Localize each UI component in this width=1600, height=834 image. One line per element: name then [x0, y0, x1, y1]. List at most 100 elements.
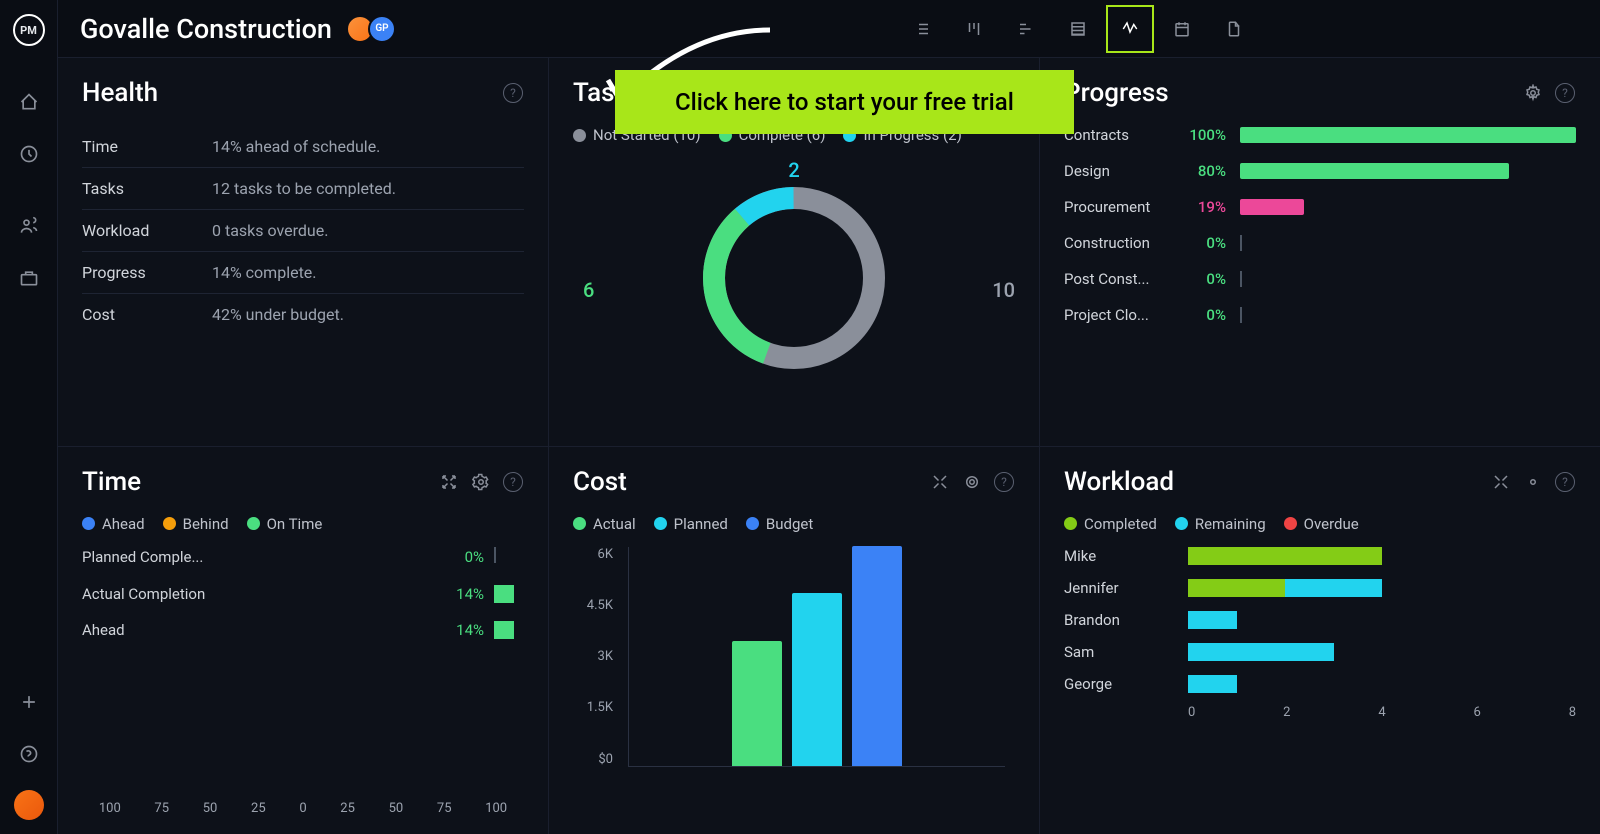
legend-label: Remaining: [1195, 515, 1266, 533]
legend-item[interactable]: Overdue: [1284, 515, 1359, 533]
legend-dot: [746, 517, 759, 530]
progress-bar: [1240, 271, 1576, 287]
time-label: Ahead: [82, 621, 424, 639]
workload-name: George: [1064, 675, 1174, 693]
nav-help-icon[interactable]: [11, 736, 47, 772]
health-value: 14% ahead of schedule.: [212, 137, 380, 156]
cost-bar: [792, 593, 842, 765]
health-row: Progress14% complete.: [82, 252, 524, 294]
axis-tick: 75: [154, 801, 169, 816]
workload-segment: [1285, 579, 1382, 597]
legend-dot: [573, 129, 586, 142]
health-label: Progress: [82, 263, 212, 282]
member-avatar[interactable]: GP: [368, 15, 396, 43]
legend-dot: [82, 517, 95, 530]
nav-recent-icon[interactable]: [11, 136, 47, 172]
progress-pct: 80%: [1178, 162, 1226, 180]
workload-row: Sam: [1064, 643, 1576, 661]
legend-label: Behind: [183, 515, 229, 533]
legend-item[interactable]: Remaining: [1175, 515, 1266, 533]
workload-name: Mike: [1064, 547, 1174, 565]
legend-dot: [1284, 517, 1297, 530]
health-label: Cost: [82, 305, 212, 324]
health-row: Tasks12 tasks to be completed.: [82, 168, 524, 210]
health-row: Cost42% under budget.: [82, 294, 524, 335]
axis-tick: 6K: [573, 547, 613, 562]
progress-pct: 0%: [1178, 306, 1226, 324]
gear-icon[interactable]: [1522, 82, 1544, 104]
legend-dot: [163, 517, 176, 530]
axis-tick: 50: [203, 801, 218, 816]
panel-title: Progress: [1064, 78, 1169, 108]
health-value: 0 tasks overdue.: [212, 221, 328, 240]
workload-bar: [1188, 547, 1576, 565]
tasks-donut-chart: [674, 158, 914, 378]
panel-cost: Cost ? ActualPlannedBudget 6K4.5K3K1.5K$…: [549, 447, 1039, 834]
help-icon[interactable]: ?: [502, 82, 524, 104]
view-dashboard-icon[interactable]: [1106, 5, 1154, 53]
time-row: Planned Comple... 0%: [82, 547, 524, 567]
legend-item[interactable]: Behind: [163, 515, 229, 533]
time-value: 14%: [434, 585, 484, 603]
legend-item[interactable]: On Time: [247, 515, 323, 533]
panel-title: Cost: [573, 467, 627, 497]
expand-icon[interactable]: [1490, 471, 1512, 493]
nav-team-icon[interactable]: [11, 208, 47, 244]
expand-icon[interactable]: [929, 471, 951, 493]
progress-bar: [1240, 235, 1576, 251]
panel-progress: Progress ? Contracts100%Design80%Procure…: [1040, 58, 1600, 446]
axis-tick: 100: [99, 801, 121, 816]
cost-bar: [732, 641, 782, 766]
workload-segment: [1188, 675, 1237, 693]
axis-tick: $0: [573, 752, 613, 767]
workload-bar: [1188, 579, 1576, 597]
legend-dot: [1064, 517, 1077, 530]
view-files-icon[interactable]: [1210, 5, 1258, 53]
legend-dot: [247, 517, 260, 530]
axis-tick: 4: [1378, 705, 1385, 720]
progress-bar: [1240, 307, 1576, 323]
project-members[interactable]: GP: [352, 15, 396, 43]
workload-name: Jennifer: [1064, 579, 1174, 597]
nav-home-icon[interactable]: [11, 84, 47, 120]
legend-item[interactable]: Completed: [1064, 515, 1157, 533]
legend-label: Budget: [766, 515, 813, 533]
legend-item[interactable]: Planned: [654, 515, 728, 533]
expand-icon[interactable]: [438, 471, 460, 493]
workload-row: Jennifer: [1064, 579, 1576, 597]
panel-title: Health: [82, 78, 158, 108]
time-label: Planned Comple...: [82, 548, 424, 566]
help-icon[interactable]: ?: [1554, 471, 1576, 493]
view-calendar-icon[interactable]: [1158, 5, 1206, 53]
help-icon[interactable]: ?: [502, 471, 524, 493]
help-icon[interactable]: ?: [993, 471, 1015, 493]
topbar: Govalle Construction GP: [58, 0, 1600, 58]
app-logo[interactable]: PM: [13, 14, 45, 46]
gear-icon[interactable]: [961, 471, 983, 493]
progress-name: Contracts: [1064, 126, 1164, 144]
nav-briefcase-icon[interactable]: [11, 260, 47, 296]
free-trial-cta[interactable]: Click here to start your free trial: [615, 70, 1074, 134]
axis-tick: 50: [389, 801, 404, 816]
time-bar: [494, 547, 524, 567]
time-value: 0%: [434, 548, 484, 566]
axis-tick: 4.5K: [573, 598, 613, 613]
view-board-icon[interactable]: [950, 5, 998, 53]
legend-item[interactable]: Actual: [573, 515, 636, 533]
donut-label-inprogress: 2: [788, 158, 799, 182]
gear-icon[interactable]: [1522, 471, 1544, 493]
progress-pct: 100%: [1178, 126, 1226, 144]
axis-tick: 8: [1569, 705, 1576, 720]
view-gantt-icon[interactable]: [1002, 5, 1050, 53]
legend-item[interactable]: Budget: [746, 515, 813, 533]
time-label: Actual Completion: [82, 585, 424, 603]
legend-dot: [573, 517, 586, 530]
axis-tick: 25: [251, 801, 266, 816]
view-sheet-icon[interactable]: [1054, 5, 1102, 53]
view-list-icon[interactable]: [898, 5, 946, 53]
gear-icon[interactable]: [470, 471, 492, 493]
legend-item[interactable]: Ahead: [82, 515, 145, 533]
help-icon[interactable]: ?: [1554, 82, 1576, 104]
user-avatar[interactable]: [14, 790, 44, 820]
nav-add-icon[interactable]: [11, 684, 47, 720]
